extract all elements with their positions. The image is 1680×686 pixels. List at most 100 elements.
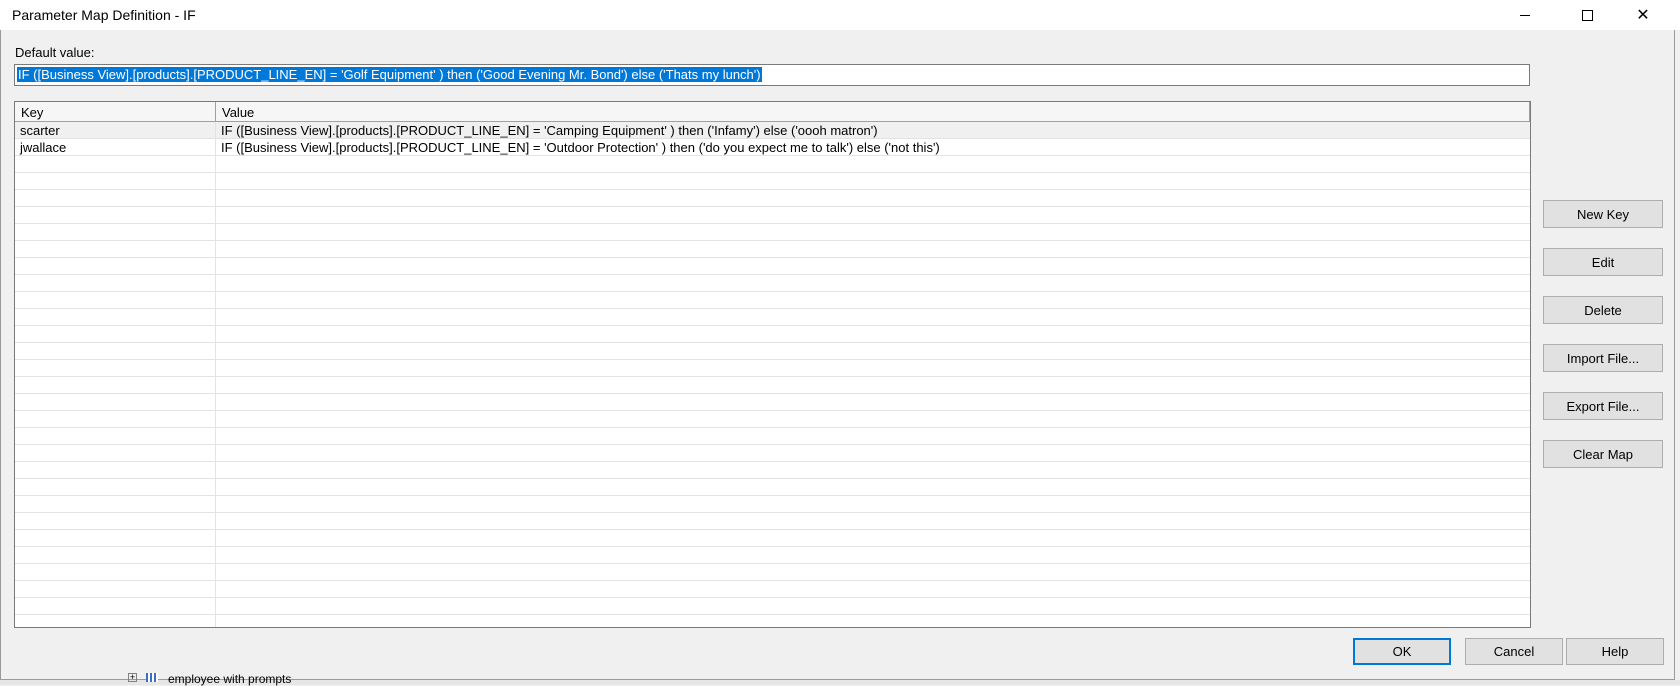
value-cell[interactable] (216, 428, 1530, 444)
key-cell[interactable] (15, 445, 216, 461)
value-cell[interactable]: IF ([Business View].[products].[PRODUCT_… (216, 122, 1530, 138)
empty-table-row[interactable] (15, 615, 1530, 627)
value-cell[interactable] (216, 496, 1530, 512)
empty-table-row[interactable] (15, 326, 1530, 343)
value-cell[interactable] (216, 275, 1530, 291)
key-cell[interactable] (15, 156, 216, 172)
empty-table-row[interactable] (15, 156, 1530, 173)
value-cell[interactable] (216, 598, 1530, 614)
empty-table-row[interactable] (15, 394, 1530, 411)
empty-table-row[interactable] (15, 547, 1530, 564)
value-cell[interactable]: IF ([Business View].[products].[PRODUCT_… (216, 139, 1530, 155)
empty-table-row[interactable] (15, 360, 1530, 377)
empty-table-row[interactable] (15, 207, 1530, 224)
value-cell[interactable] (216, 513, 1530, 529)
key-cell[interactable] (15, 615, 216, 627)
import-file-button[interactable]: Import File... (1543, 344, 1663, 372)
key-cell[interactable] (15, 394, 216, 410)
value-cell[interactable] (216, 377, 1530, 393)
key-cell[interactable] (15, 343, 216, 359)
value-cell[interactable] (216, 258, 1530, 274)
value-cell[interactable] (216, 156, 1530, 172)
table-row[interactable]: scarter IF ([Business View].[products].[… (15, 122, 1530, 139)
empty-table-row[interactable] (15, 343, 1530, 360)
value-cell[interactable] (216, 360, 1530, 376)
key-cell[interactable] (15, 411, 216, 427)
value-cell[interactable] (216, 479, 1530, 495)
key-cell[interactable] (15, 377, 216, 393)
key-cell[interactable] (15, 207, 216, 223)
new-key-button[interactable]: New Key (1543, 200, 1663, 228)
value-cell[interactable] (216, 394, 1530, 410)
help-button[interactable]: Help (1566, 638, 1664, 665)
value-cell[interactable] (216, 411, 1530, 427)
key-cell[interactable] (15, 241, 216, 257)
column-header-value[interactable]: Value (216, 102, 1530, 121)
key-cell[interactable] (15, 547, 216, 563)
key-cell[interactable] (15, 258, 216, 274)
edit-button[interactable]: Edit (1543, 248, 1663, 276)
value-cell[interactable] (216, 343, 1530, 359)
empty-table-row[interactable] (15, 241, 1530, 258)
empty-table-row[interactable] (15, 581, 1530, 598)
value-cell[interactable] (216, 224, 1530, 240)
value-cell[interactable] (216, 615, 1530, 627)
value-cell[interactable] (216, 190, 1530, 206)
clear-map-button[interactable]: Clear Map (1543, 440, 1663, 468)
empty-table-row[interactable] (15, 445, 1530, 462)
empty-table-row[interactable] (15, 530, 1530, 547)
empty-table-row[interactable] (15, 462, 1530, 479)
value-cell[interactable] (216, 547, 1530, 563)
key-cell[interactable]: scarter (15, 122, 216, 138)
key-cell[interactable] (15, 581, 216, 597)
value-cell[interactable] (216, 564, 1530, 580)
value-cell[interactable] (216, 292, 1530, 308)
delete-button[interactable]: Delete (1543, 296, 1663, 324)
key-cell[interactable] (15, 275, 216, 291)
table-row[interactable]: jwallace IF ([Business View].[products].… (15, 139, 1530, 156)
empty-table-row[interactable] (15, 292, 1530, 309)
key-cell[interactable] (15, 292, 216, 308)
ok-button[interactable]: OK (1353, 638, 1451, 665)
value-cell[interactable] (216, 445, 1530, 461)
key-cell[interactable] (15, 173, 216, 189)
value-cell[interactable] (216, 581, 1530, 597)
value-cell[interactable] (216, 207, 1530, 223)
key-cell[interactable] (15, 224, 216, 240)
key-cell[interactable] (15, 598, 216, 614)
value-cell[interactable] (216, 326, 1530, 342)
value-cell[interactable] (216, 309, 1530, 325)
empty-table-row[interactable] (15, 190, 1530, 207)
key-cell[interactable] (15, 564, 216, 580)
key-cell[interactable] (15, 479, 216, 495)
parameter-map-table[interactable]: Key Value scarter IF ([Business View].[p… (14, 101, 1531, 628)
key-cell[interactable] (15, 326, 216, 342)
empty-table-row[interactable] (15, 411, 1530, 428)
empty-table-row[interactable] (15, 479, 1530, 496)
value-cell[interactable] (216, 241, 1530, 257)
value-cell[interactable] (216, 530, 1530, 546)
empty-table-row[interactable] (15, 309, 1530, 326)
cancel-button[interactable]: Cancel (1465, 638, 1563, 665)
empty-table-row[interactable] (15, 275, 1530, 292)
key-cell[interactable] (15, 462, 216, 478)
empty-table-row[interactable] (15, 496, 1530, 513)
column-header-key[interactable]: Key (15, 102, 216, 121)
value-cell[interactable] (216, 462, 1530, 478)
export-file-button[interactable]: Export File... (1543, 392, 1663, 420)
empty-table-row[interactable] (15, 564, 1530, 581)
key-cell[interactable] (15, 428, 216, 444)
empty-table-row[interactable] (15, 428, 1530, 445)
empty-table-row[interactable] (15, 513, 1530, 530)
default-value-input[interactable]: IF ([Business View].[products].[PRODUCT_… (14, 64, 1530, 86)
empty-table-row[interactable] (15, 258, 1530, 275)
value-cell[interactable] (216, 173, 1530, 189)
close-button[interactable]: ✕ (1620, 0, 1666, 30)
key-cell[interactable] (15, 190, 216, 206)
key-cell[interactable]: jwallace (15, 139, 216, 155)
empty-table-row[interactable] (15, 598, 1530, 615)
key-cell[interactable] (15, 360, 216, 376)
empty-table-row[interactable] (15, 224, 1530, 241)
maximize-button[interactable] (1564, 0, 1610, 30)
key-cell[interactable] (15, 496, 216, 512)
